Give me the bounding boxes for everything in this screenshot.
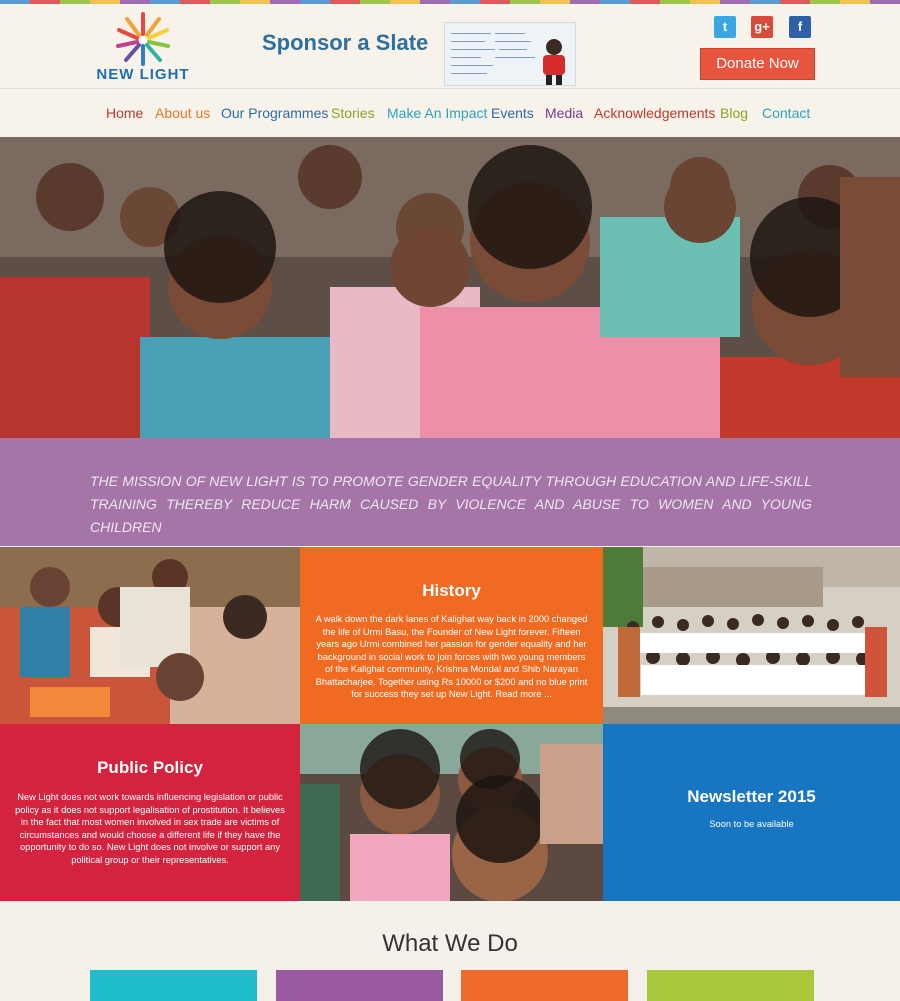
what-we-do-card-1[interactable] <box>90 970 257 1001</box>
nav-item-stories[interactable]: Stories <box>331 105 375 121</box>
children-playing-photo-icon <box>0 547 300 724</box>
newsletter-tile[interactable]: Newsletter 2015 Soon to be available <box>603 724 900 901</box>
public-policy-body: New Light does not work towards influenc… <box>15 792 285 865</box>
twitter-icon[interactable]: t <box>714 16 736 38</box>
sponsor-a-slate-title[interactable]: Sponsor a Slate <box>262 30 428 56</box>
photo-smiling-children <box>300 724 603 901</box>
group-photo-icon <box>603 547 900 724</box>
newsletter-title: Newsletter 2015 <box>687 787 816 806</box>
public-policy-title: Public Policy <box>97 758 203 777</box>
public-policy-tile[interactable]: Public Policy New Light does not work to… <box>0 724 300 901</box>
mission-statement: THE MISSION OF NEW LIGHT IS TO PROMOTE G… <box>90 473 812 535</box>
donate-now-button[interactable]: Donate Now <box>700 48 815 80</box>
smiling-children-photo-icon <box>300 724 603 901</box>
what-we-do-card-2[interactable] <box>276 970 443 1001</box>
what-we-do-card-4[interactable] <box>647 970 814 1001</box>
nav-item-events[interactable]: Events <box>491 105 534 121</box>
google-plus-icon[interactable]: g+ <box>751 16 773 38</box>
history-body: A walk down the dark lanes of Kalighat w… <box>315 614 588 699</box>
main-nav: Home About us Our Programmes Stories Mak… <box>0 88 900 137</box>
nav-item-contact[interactable]: Contact <box>762 105 810 121</box>
logo-text: NEW LIGHT <box>96 66 190 83</box>
nav-item-blog[interactable]: Blog <box>720 105 748 121</box>
hero-photo-women-group <box>0 137 900 438</box>
what-we-do-card-3[interactable] <box>461 970 628 1001</box>
slate-illustration[interactable] <box>444 22 576 86</box>
newsletter-subtitle: Soon to be available <box>709 819 794 829</box>
history-title: History <box>422 581 481 600</box>
history-tile[interactable]: History A walk down the dark lanes of Ka… <box>300 547 603 724</box>
mission-banner: THE MISSION OF NEW LIGHT IS TO PROMOTE G… <box>0 438 900 546</box>
new-light-logo[interactable]: NEW LIGHT <box>88 10 198 88</box>
child-figure-icon <box>543 39 565 85</box>
nav-item-acknowledgements[interactable]: Acknowledgements <box>594 105 715 121</box>
nav-item-our-programmes[interactable]: Our Programmes <box>221 105 328 121</box>
photo-children-playing <box>0 547 300 724</box>
what-we-do-heading: What We Do <box>382 930 518 957</box>
photo-group-white-shirts <box>603 547 900 724</box>
sunburst-logo-icon <box>116 12 170 66</box>
nav-item-about-us[interactable]: About us <box>155 105 210 121</box>
nav-item-media[interactable]: Media <box>545 105 583 121</box>
site-header: NEW LIGHT Sponsor a Slate t g+ f Donate … <box>0 4 900 88</box>
hero-photo-icon <box>0 137 900 438</box>
nav-item-home[interactable]: Home <box>106 105 143 121</box>
nav-item-make-an-impact[interactable]: Make An Impact <box>387 105 487 121</box>
facebook-icon[interactable]: f <box>789 16 811 38</box>
